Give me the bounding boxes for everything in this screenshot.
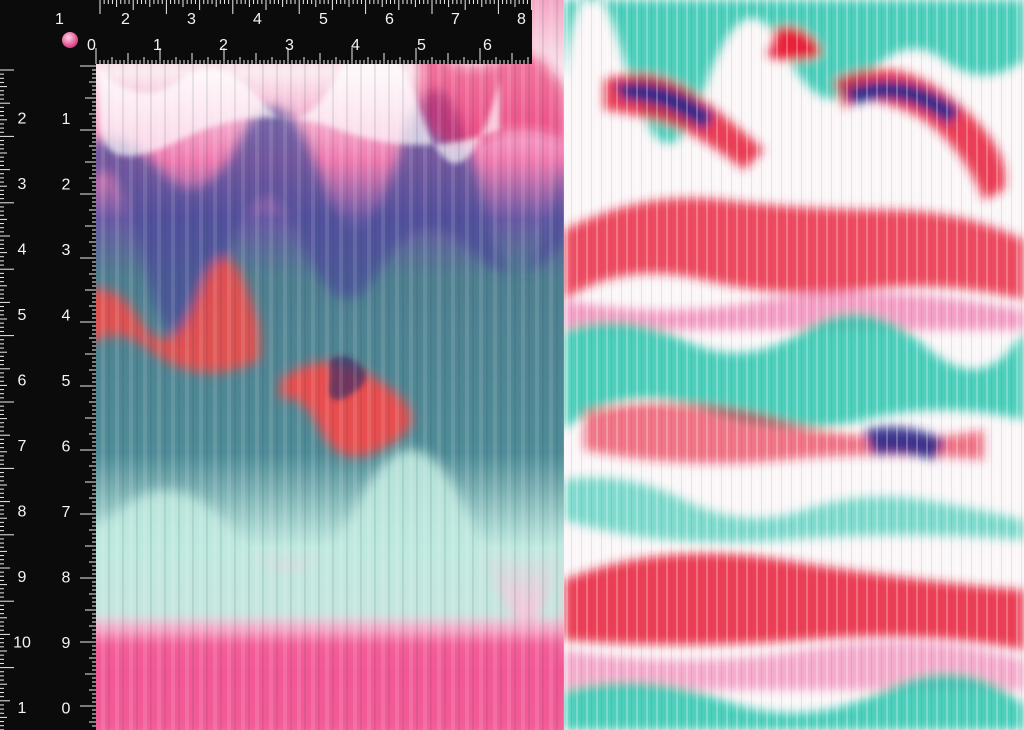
ruler-top-inner-label: 5 (417, 37, 426, 54)
ruler-left-inner-label: 7 (62, 504, 71, 521)
ruler-top-inner-label: 1 (153, 37, 162, 54)
ruler-top-inner-label: 3 (285, 37, 294, 54)
ruler-left-outer-label: 4 (18, 242, 27, 259)
fabric-right-pattern (564, 0, 1024, 730)
ruler-top-inner-label: 0 (87, 37, 96, 54)
ruler-top-outer-label: 4 (253, 11, 262, 28)
ruler-left-outer-label: 1 (18, 700, 27, 717)
ruler-top-outer-label: 2 (121, 11, 130, 28)
ruler-vertical: 1234567891011234567890 (0, 0, 96, 730)
ruler-left-inner-label: 9 (62, 635, 71, 652)
ruler-vertical-ticks: 1234567891011234567890 (0, 45, 96, 730)
ruler-left-outer-label: 2 (18, 111, 27, 128)
ruler-left-inner-label: 6 (62, 439, 71, 456)
ruler-left-outer-label: 3 (18, 176, 27, 193)
ruler-horizontal-ticks: 1 2 3 4 5 6 7 8 0 1 2 3 4 5 6 (55, 0, 532, 64)
ruler-top-inner-label: 4 (351, 37, 360, 54)
ruler-left-inner-label: 1 (62, 111, 71, 128)
ruler-corner-dot (62, 32, 78, 48)
ruler-left-outer-label: 8 (18, 504, 27, 521)
ruler-left-inner-label: 4 (62, 308, 71, 325)
ruler-left-inner-label: 8 (62, 570, 71, 587)
ruler-top-inner-label: 6 (483, 37, 492, 54)
ruler-left-outer-label: 10 (13, 635, 31, 652)
ruler-top-outer-label: 5 (319, 11, 328, 28)
ruler-horizontal: 1 2 3 4 5 6 7 8 0 1 2 3 4 5 6 (0, 0, 532, 64)
fabric-swatch-right (564, 0, 1024, 730)
ruler-left-inner-label: 2 (62, 177, 71, 194)
ruler-left-inner-label: 3 (62, 242, 71, 259)
ruler-top-inner-label: 2 (219, 37, 228, 54)
ruler-top-outer-label: 1 (55, 11, 64, 28)
ruler-top-outer-label: 3 (187, 11, 196, 28)
ruler-left-outer-label: 7 (18, 438, 27, 455)
ruler-top-outer-label: 8 (517, 11, 526, 28)
ruler-left-inner-label: 0 (62, 701, 71, 718)
ruler-top-outer-label: 6 (385, 11, 394, 28)
ruler-left-outer-label: 6 (18, 373, 27, 390)
ruler-top-outer-label: 7 (451, 11, 460, 28)
ruler-left-outer-label: 5 (18, 307, 27, 324)
ruler-left-outer-label: 9 (18, 569, 27, 586)
ruler-left-inner-label: 5 (62, 373, 71, 390)
